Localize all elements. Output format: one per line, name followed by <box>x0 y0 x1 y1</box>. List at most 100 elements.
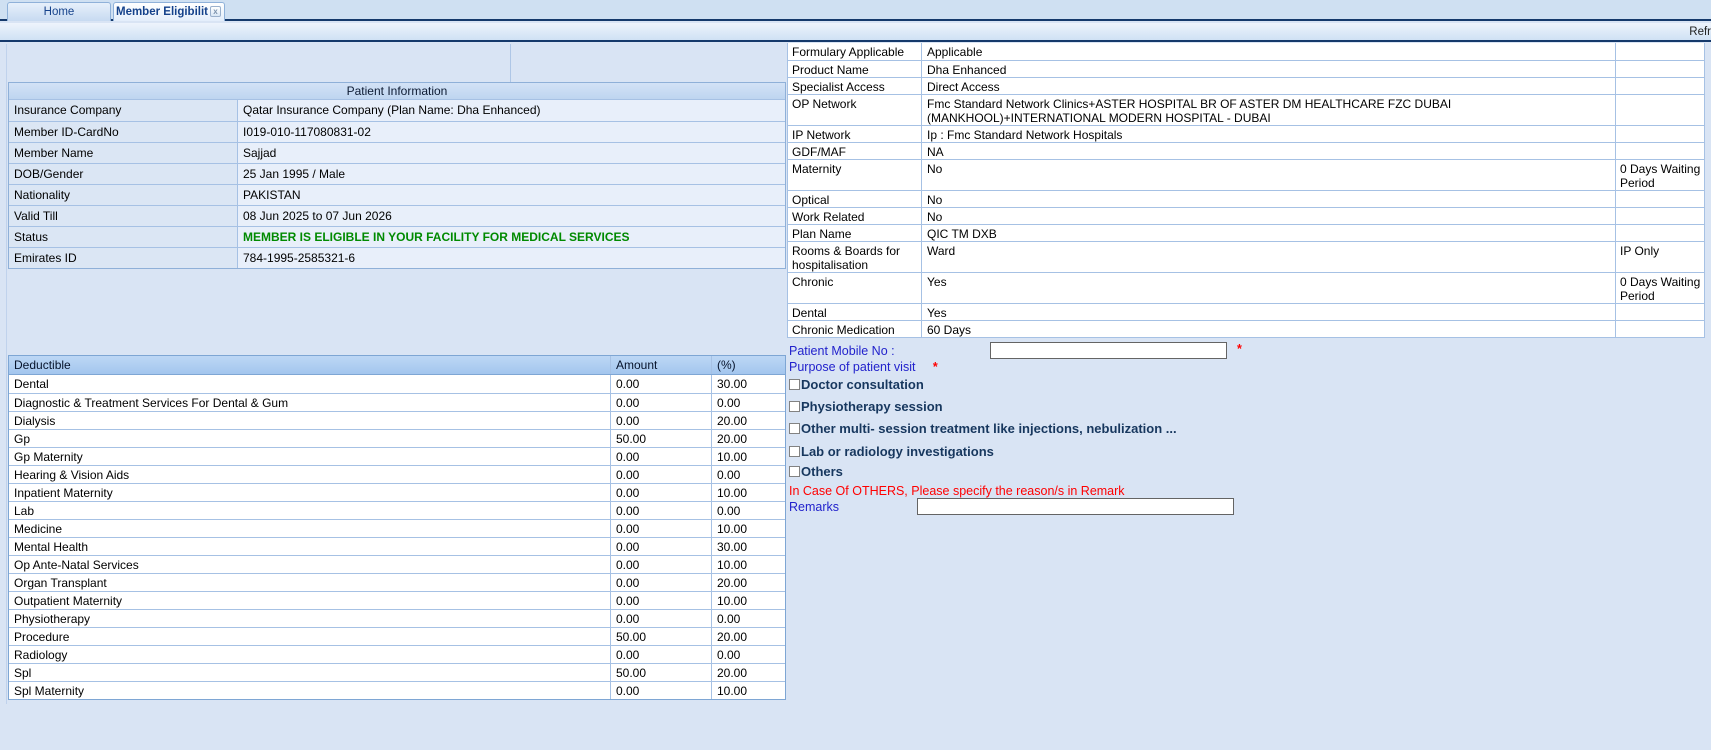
deductible-amount: 0.00 <box>610 682 711 699</box>
benefit-label: Chronic Medication <box>788 321 922 337</box>
toolbar: Refr <box>0 23 1711 42</box>
table-row: Procedure 50.00 20.00 <box>9 627 785 645</box>
benefit-value: Yes <box>922 304 1616 320</box>
patient-mobile-input[interactable] <box>990 342 1227 359</box>
tab-member-eligibility[interactable]: Member Eligibilit x <box>113 2 225 21</box>
deductible-percent: 10.00 <box>711 520 785 537</box>
deductible-amount: 0.00 <box>610 484 711 501</box>
deductible-amount: 0.00 <box>610 520 711 537</box>
checkbox-other-multi-session[interactable]: Other multi- session treatment like inje… <box>789 421 1177 436</box>
deductible-name: Diagnostic & Treatment Services For Dent… <box>14 396 289 410</box>
benefit-note <box>1616 95 1704 125</box>
checkbox-physiotherapy-session[interactable]: Physiotherapy session <box>789 399 943 414</box>
tab-member-eligibility-label: Member Eligibilit <box>115 6 208 18</box>
table-row: Member Name Sajjad <box>9 142 785 163</box>
deductible-amount: 0.00 <box>610 610 711 627</box>
table-row: Radiology 0.00 0.00 <box>9 645 785 663</box>
table-row: Inpatient Maternity 0.00 10.00 <box>9 483 785 501</box>
benefit-label: Work Related <box>788 208 922 224</box>
deductible-amount: 0.00 <box>610 375 711 393</box>
deductible-name: Radiology <box>14 648 68 662</box>
table-row: Rooms & Boards for hospitalisation Ward IP… <box>788 241 1704 272</box>
column-header: Amount <box>610 356 711 374</box>
field-label: DOB/Gender <box>9 164 238 184</box>
table-row: Work Related No <box>788 207 1704 224</box>
column-header: Deductible <box>14 358 71 372</box>
benefit-label: OP Network <box>788 95 922 125</box>
deductible-name: Dental <box>14 377 49 391</box>
checkbox-others[interactable]: Others <box>789 464 843 479</box>
table-row: Gp 50.00 20.00 <box>9 429 785 447</box>
table-row: DOB/Gender 25 Jan 1995 / Male <box>9 163 785 184</box>
benefit-label: Rooms & Boards for hospitalisation <box>788 242 922 272</box>
table-row: Plan Name QIC TM DXB <box>788 224 1704 241</box>
benefit-value: Dha Enhanced <box>922 61 1616 77</box>
table-row: Chronic Medication 60 Days <box>788 320 1704 337</box>
field-label: Nationality <box>9 185 238 205</box>
field-value: PAKISTAN <box>238 185 785 205</box>
deductible-percent: 0.00 <box>711 502 785 519</box>
table-row: Outpatient Maternity 0.00 10.00 <box>9 591 785 609</box>
deductible-name: Spl <box>14 666 32 680</box>
benefit-note <box>1616 304 1704 320</box>
deductible-percent: 30.00 <box>711 538 785 555</box>
tab-home-label: Home <box>43 6 75 18</box>
divider-line <box>510 44 511 82</box>
deductible-name: Organ Transplant <box>14 576 107 590</box>
checkbox-icon[interactable] <box>789 379 800 390</box>
main-content: Patient Information Insurance Company Qa… <box>0 43 1711 750</box>
deductible-percent: 10.00 <box>711 448 785 465</box>
tab-home[interactable]: Home <box>7 2 111 21</box>
benefit-label: Formulary Applicable <box>788 43 922 60</box>
field-label: Status <box>9 227 238 247</box>
checkbox-icon[interactable] <box>789 423 800 434</box>
patient-mobile-label: Patient Mobile No : <box>789 344 895 358</box>
table-row: Status MEMBER IS ELIGIBLE IN YOUR FACILI… <box>9 226 785 247</box>
field-label: Member Name <box>9 143 238 163</box>
benefit-note <box>1616 225 1704 241</box>
deductible-amount: 50.00 <box>610 628 711 645</box>
tab-close-icon[interactable]: x <box>210 6 221 17</box>
field-value: 25 Jan 1995 / Male <box>238 164 785 184</box>
deductible-percent: 10.00 <box>711 484 785 501</box>
checkbox-icon[interactable] <box>789 446 800 457</box>
column-header: (%) <box>711 356 785 374</box>
checkbox-doctor-consultation[interactable]: Doctor consultation <box>789 377 924 392</box>
checkbox-label: Others <box>801 464 843 479</box>
benefit-label: Product Name <box>788 61 922 77</box>
field-label: Valid Till <box>9 206 238 226</box>
table-row: Insurance Company Qatar Insurance Compan… <box>9 100 785 121</box>
table-row: Mental Health 0.00 30.00 <box>9 537 785 555</box>
deductible-percent: 0.00 <box>711 394 785 411</box>
table-row: Product Name Dha Enhanced <box>788 60 1704 77</box>
table-row: Dialysis 0.00 20.00 <box>9 411 785 429</box>
checkbox-lab-or-radiology[interactable]: Lab or radiology investigations <box>789 444 994 459</box>
deductible-name: Spl Maternity <box>14 684 85 698</box>
checkbox-icon[interactable] <box>789 401 800 412</box>
table-row: OP Network Fmc Standard Network Clinics+A… <box>788 94 1704 125</box>
table-row: IP Network Ip : Fmc Standard Network Hosp… <box>788 125 1704 142</box>
table-row: Physiotherapy 0.00 0.00 <box>9 609 785 627</box>
table-row: Lab 0.00 0.00 <box>9 501 785 519</box>
field-value: Sajjad <box>238 143 785 163</box>
table-row: Spl 50.00 20.00 <box>9 663 785 681</box>
deductible-name: Mental Health <box>14 540 89 554</box>
others-instruction-text: In Case Of OTHERS, Please specify the re… <box>789 484 1125 498</box>
field-value: I019-010-117080831-02 <box>238 122 785 142</box>
benefit-note <box>1616 321 1704 337</box>
benefit-note <box>1616 208 1704 224</box>
deductible-percent: 0.00 <box>711 466 785 483</box>
checkbox-label: Doctor consultation <box>801 377 924 392</box>
patient-information-panel: Patient Information Insurance Company Qa… <box>8 82 786 269</box>
table-row: GDF/MAF NA <box>788 142 1704 159</box>
table-row: Nationality PAKISTAN <box>9 184 785 205</box>
checkbox-icon[interactable] <box>789 466 800 477</box>
checkbox-label: Physiotherapy session <box>801 399 943 414</box>
remarks-input[interactable] <box>917 498 1234 515</box>
benefit-note <box>1616 143 1704 159</box>
benefit-value: 60 Days <box>922 321 1616 337</box>
benefit-value: QIC TM DXB <box>922 225 1616 241</box>
deductible-name: Op Ante-Natal Services <box>14 558 139 572</box>
refresh-button[interactable]: Refr <box>1689 26 1711 38</box>
benefit-value: Ward <box>922 242 1616 272</box>
